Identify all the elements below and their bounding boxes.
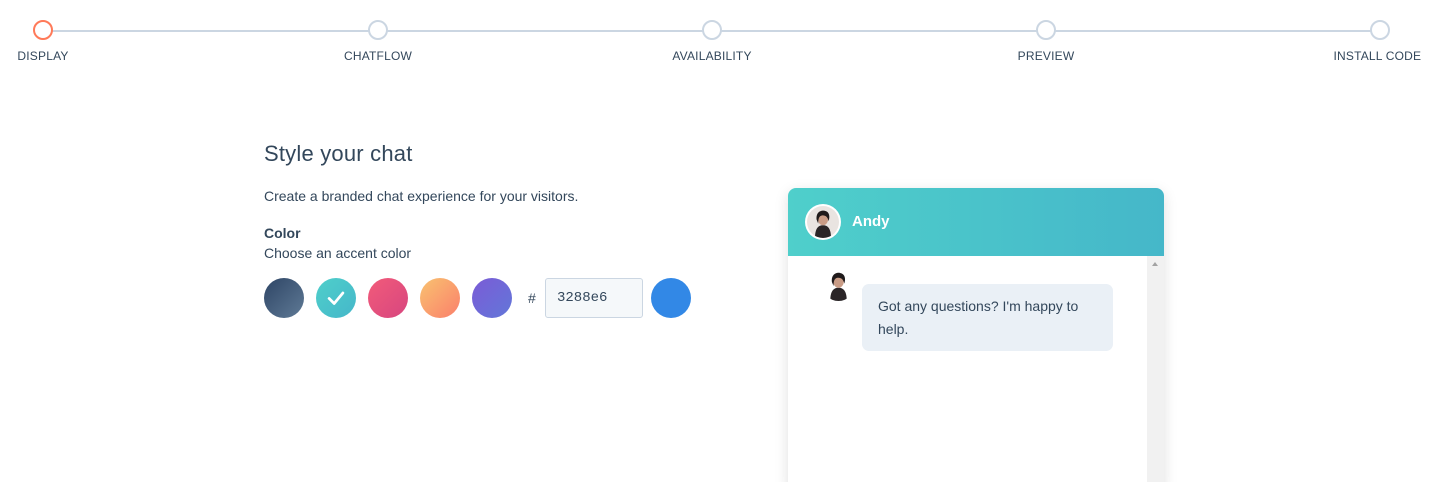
step-indicator[interactable]: [1370, 20, 1390, 40]
chat-header: Andy: [788, 188, 1164, 256]
setup-stepper: DISPLAY CHATFLOW AVAILABILITY PREVIEW IN…: [0, 0, 1432, 80]
color-swatch-pink[interactable]: [368, 278, 408, 318]
step-label[interactable]: CHATFLOW: [344, 49, 412, 63]
color-help-text: Choose an accent color: [264, 245, 412, 261]
step-indicator[interactable]: [368, 20, 388, 40]
page-title: Style your chat: [264, 141, 413, 166]
chat-message-bubble: Got any questions? I'm happy to help.: [862, 284, 1113, 351]
step-label[interactable]: DISPLAY: [17, 49, 68, 63]
color-swatch-teal[interactable]: [316, 278, 356, 318]
checkmark-icon: [327, 291, 345, 305]
step-indicator[interactable]: [702, 20, 722, 40]
agent-name: Andy: [852, 213, 890, 230]
hex-hash-symbol: #: [528, 290, 536, 306]
chat-scrollbar[interactable]: [1147, 256, 1164, 482]
agent-avatar-image: [822, 268, 855, 301]
color-swatch-purple[interactable]: [472, 278, 512, 318]
step-indicator[interactable]: [1036, 20, 1056, 40]
scroll-up-arrow-icon[interactable]: [1152, 262, 1158, 266]
color-swatches: #: [264, 278, 704, 318]
hex-color-input[interactable]: [545, 278, 643, 318]
message-avatar: [822, 268, 855, 301]
custom-color-preview[interactable]: [651, 278, 691, 318]
agent-avatar-image: [807, 206, 839, 238]
step-label[interactable]: PREVIEW: [1018, 49, 1075, 63]
chat-setup-page: DISPLAY CHATFLOW AVAILABILITY PREVIEW IN…: [0, 0, 1432, 482]
color-swatch-orange[interactable]: [420, 278, 460, 318]
page-subtitle: Create a branded chat experience for you…: [264, 188, 579, 204]
agent-avatar: [805, 204, 841, 240]
chat-widget-preview: Andy Got any questions? I'm happy to hel…: [788, 188, 1164, 482]
color-heading: Color: [264, 225, 301, 241]
chat-message-area[interactable]: Got any questions? I'm happy to help.: [788, 256, 1164, 482]
step-label[interactable]: AVAILABILITY: [672, 49, 751, 63]
color-swatch-slate[interactable]: [264, 278, 304, 318]
step-indicator[interactable]: [33, 20, 53, 40]
step-label[interactable]: INSTALL CODE: [1333, 49, 1421, 63]
